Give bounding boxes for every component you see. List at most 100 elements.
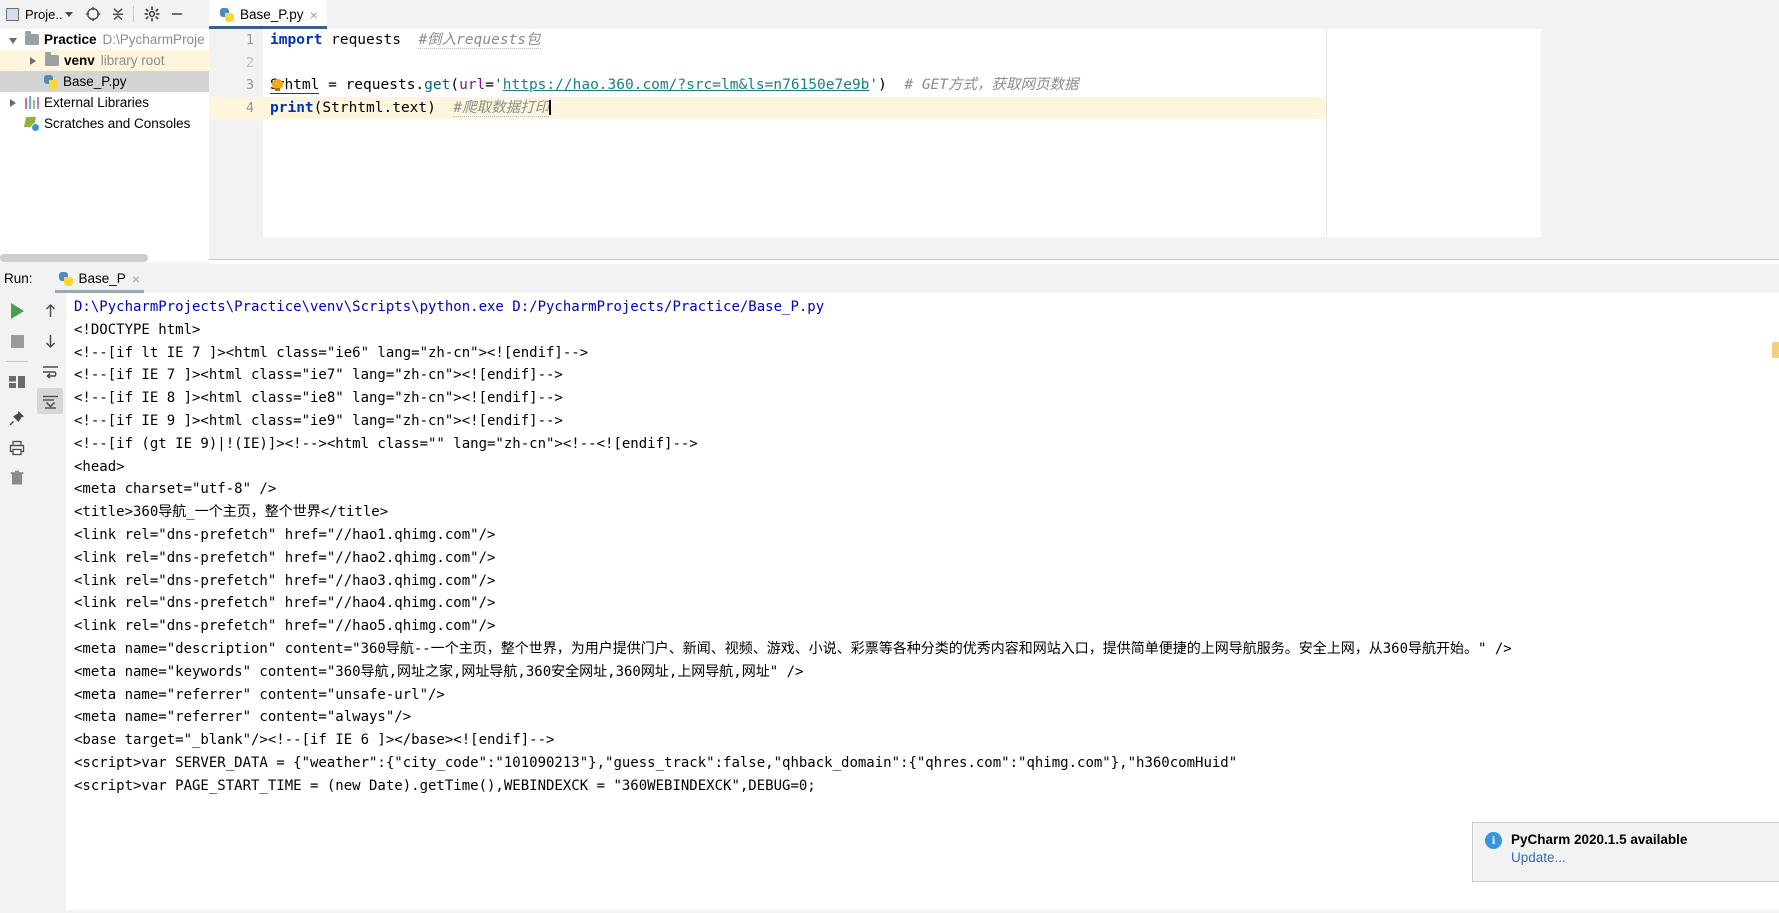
keyword-import: import (270, 32, 323, 48)
run-toolbar-secondary (34, 293, 66, 913)
hide-tool-window-icon[interactable] (166, 3, 188, 25)
line-number: 4 (209, 96, 263, 120)
pin-icon[interactable] (4, 405, 30, 431)
tree-item-tag: library root (100, 53, 165, 68)
console-line: <meta name="description" content="360导航-… (74, 640, 1512, 657)
tree-item-path: D:\PycharmProje (102, 32, 205, 47)
code-line-4: print(Strhtml.text) #爬取数据打印 (263, 96, 1326, 120)
editor-divider (209, 259, 1779, 260)
run-tab-base-p[interactable]: Base_P × (54, 264, 145, 293)
trailing-comment: # GET方式，获取网页数据 (904, 77, 1079, 94)
line-number: 2 (245, 54, 254, 71)
folder-icon (45, 52, 59, 66)
variable-strhtml: Srhtml (270, 77, 320, 95)
editor-tab-base-p-py[interactable]: Base_P.py × (209, 0, 327, 29)
library-icon (25, 96, 39, 109)
collapse-all-icon[interactable] (107, 3, 129, 25)
builtin-print: print (270, 99, 314, 116)
module-name: requests (322, 32, 401, 48)
top-area: Proje.. Practice D:\PycharmProje venv li… (0, 0, 1779, 296)
console-line: <!--[if IE 7 ]><html class="ie7" lang="z… (74, 367, 563, 384)
line-number: 1 (245, 32, 254, 48)
project-tool-header: Proje.. (0, 0, 236, 29)
tree-item-scratches-and-consoles[interactable]: Scratches and Consoles (0, 113, 209, 134)
tree-item-practice[interactable]: Practice D:\PycharmProje (0, 29, 209, 50)
console-line: <meta name="referrer" content="unsafe-ur… (74, 686, 445, 703)
project-tool-title[interactable]: Proje.. (25, 7, 63, 22)
console-line: <meta name="referrer" content="always"/> (74, 709, 412, 726)
editor-area: Base_P.py × 1 2 3 4 import requests #倒入r… (209, 0, 1779, 296)
tree-item-label: Scratches and Consoles (44, 116, 191, 131)
paren-open: ( (450, 77, 460, 94)
console-line: <!--[if IE 8 ]><html class="ie8" lang="z… (74, 390, 563, 407)
console-line: <script>var PAGE_START_TIME = (new Date)… (74, 777, 816, 794)
tree-hscrollbar-thumb[interactable] (0, 254, 148, 262)
project-window-icon (6, 7, 19, 21)
console-line: <title>360导航_一个主页，整个世界</title> (74, 504, 389, 521)
trash-icon[interactable] (4, 465, 30, 491)
rerun-icon[interactable] (4, 298, 30, 324)
method-get: get (424, 77, 451, 94)
settings-gear-icon[interactable] (141, 3, 163, 25)
python-file-icon (44, 74, 58, 89)
chevron-down-icon[interactable] (64, 11, 73, 17)
console-line: <link rel="dns-prefetch" href="//hao2.qh… (74, 549, 496, 566)
paren-close: ) (878, 77, 887, 94)
tree-item-label: Practice (44, 32, 97, 47)
close-icon[interactable]: × (132, 271, 140, 287)
toolbar-divider (132, 6, 134, 22)
quote-open: ' (494, 77, 503, 94)
locate-icon[interactable] (82, 3, 104, 25)
tree-item-label: venv (64, 53, 95, 68)
console-line: D:\PycharmProjects\Practice\venv\Scripts… (74, 299, 825, 315)
expand-arrow-icon[interactable] (6, 95, 19, 110)
folder-icon (25, 31, 39, 45)
tree-item-external-libraries[interactable]: External Libraries (0, 92, 209, 113)
tree-item-label: Base_P.py (63, 74, 127, 89)
update-link[interactable]: Update... (1511, 850, 1687, 865)
notification-title: PyCharm 2020.1.5 available (1511, 832, 1688, 847)
scroll-down-icon[interactable] (37, 328, 63, 354)
console-line: <meta name="keywords" content="360导航,网址之… (74, 663, 804, 680)
inline-comment: #爬取数据打印 (453, 99, 550, 117)
project-tree[interactable]: Practice D:\PycharmProje venv library ro… (0, 29, 209, 254)
editor-gutter[interactable]: 1 2 3 4 (209, 29, 263, 237)
code-editor[interactable]: import requests #倒入requests包 Srhtml = re… (263, 29, 1326, 237)
editor-marker (1772, 342, 1779, 358)
equals: = (485, 77, 495, 94)
line-number: 3 (245, 77, 254, 94)
run-panel-header: Run: Base_P × (0, 264, 1779, 293)
expand-arrow-icon[interactable] (6, 32, 19, 47)
tree-item-venv[interactable]: venv library root (0, 50, 209, 71)
console-line: <link rel="dns-prefetch" href="//hao4.qh… (74, 595, 496, 612)
tree-item-base-p-py[interactable]: Base_P.py (0, 71, 209, 92)
layout-icon[interactable] (4, 369, 30, 395)
scroll-to-end-icon[interactable] (37, 388, 63, 414)
console-line: <head> (74, 458, 125, 475)
run-toolbar-left (0, 293, 34, 913)
stop-icon[interactable] (4, 328, 30, 354)
scroll-up-icon[interactable] (37, 298, 63, 324)
run-tab-label: Base_P (78, 271, 126, 286)
scratches-icon (23, 116, 40, 132)
editor-outer-right-region (1541, 0, 1779, 237)
print-icon[interactable] (4, 435, 30, 461)
expand-arrow-icon[interactable] (26, 53, 39, 68)
info-icon: i (1485, 832, 1502, 849)
console-line: <base target="_blank"/><!--[if IE 6 ]></… (74, 732, 555, 749)
console-line: <link rel="dns-prefetch" href="//hao3.qh… (74, 572, 496, 589)
run-panel-label: Run: (4, 271, 33, 286)
print-args: (Strhtml.text) (313, 99, 436, 116)
console-output[interactable]: D:\PycharmProjects\Practice\venv\Scripts… (66, 293, 1779, 913)
close-icon[interactable]: × (310, 8, 318, 22)
soft-wrap-icon[interactable] (37, 358, 63, 384)
url-literal[interactable]: https://hao.360.com/?src=lm&ls=n76150e7e… (503, 77, 870, 93)
assign-call: = requests. (319, 77, 425, 94)
intention-bulb-icon[interactable] (271, 79, 283, 92)
quote-close: ' (869, 77, 879, 94)
notification-popup[interactable]: i PyCharm 2020.1.5 available Update... (1472, 822, 1779, 882)
code-line-3: Srhtml = requests.get(url='https://hao.3… (263, 74, 1326, 97)
pycharm-window: Proje.. Practice D:\PycharmProje venv li… (0, 0, 1779, 913)
code-line-1: import requests #倒入requests包 (263, 29, 1326, 52)
